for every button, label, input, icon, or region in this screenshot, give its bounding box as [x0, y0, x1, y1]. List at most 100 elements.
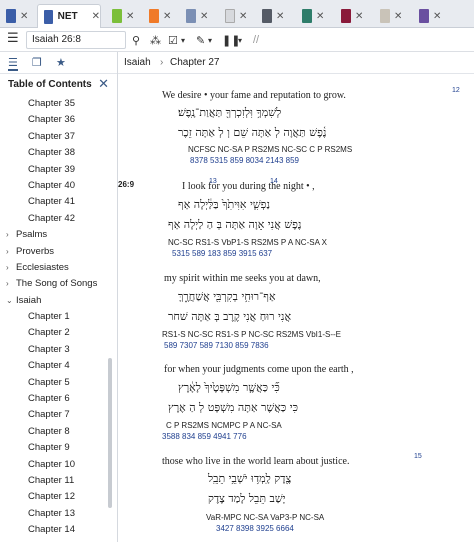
toc-chapter-item[interactable]: Chapter 7	[0, 407, 117, 423]
chevron-right-icon[interactable]: ›	[6, 260, 16, 276]
toc-item-label: Chapter 37	[28, 130, 76, 142]
scrollbar[interactable]	[108, 358, 112, 508]
close-icon[interactable]: ✕	[239, 11, 247, 22]
footnote-marker[interactable]: 14	[270, 178, 278, 185]
footnote-marker[interactable]: 13	[209, 178, 217, 185]
toc-chapter-item[interactable]: Chapter 5	[0, 375, 117, 391]
tab-net[interactable]: NET ✕	[37, 4, 101, 28]
hebrew-line: לְשִׁמְךָ֥ וּֽלְזִכְרְךָ֖ תַּאֲוַת־נָֽפֶ…	[178, 106, 282, 119]
close-icon[interactable]: ✕	[355, 11, 363, 22]
pages-icon[interactable]: ❐	[32, 56, 42, 69]
toc-chapter-item[interactable]: Chapter 8	[0, 424, 117, 440]
breadcrumb-book[interactable]: Isaiah	[124, 57, 151, 68]
chevron-right-icon[interactable]: ›	[6, 244, 16, 260]
tab-resource-1[interactable]: ✕	[6, 4, 28, 28]
tab-resource-9[interactable]: ✕	[341, 4, 363, 28]
toc-item-label: Chapter 10	[28, 458, 76, 470]
tab-resource-6[interactable]: ✕	[225, 4, 247, 28]
strongs-line: 589 7307 589 7130 859 7836	[164, 341, 269, 350]
toc-chapter-item[interactable]: Chapter 42	[0, 211, 117, 227]
chevron-down-icon[interactable]: ▾	[181, 32, 185, 48]
toc-item-label: Chapter 11	[28, 474, 75, 486]
toc-chapter-item[interactable]: Chapter 6	[0, 391, 117, 407]
verse-number[interactable]: 26:9	[118, 180, 134, 189]
toc-chapter-item[interactable]: Chapter 38	[0, 145, 117, 161]
contents-icon[interactable]: ☰	[8, 56, 18, 71]
chevron-right-icon[interactable]: ›	[6, 227, 16, 243]
tab-resource-11[interactable]: ✕	[419, 4, 441, 28]
close-icon[interactable]: ✕	[126, 11, 134, 22]
toc-item-label: Chapter 36	[28, 114, 76, 126]
search-icon[interactable]: ⚲	[132, 32, 140, 48]
toc-item-label: Psalms	[16, 229, 48, 241]
close-icon[interactable]: ✕	[276, 11, 284, 22]
chevron-down-icon[interactable]: ▾	[208, 32, 212, 48]
toc-item-label: The Song of Songs	[16, 278, 98, 290]
tab-resource-4[interactable]: ✕	[149, 4, 171, 28]
menu-icon[interactable]: ☰	[7, 30, 19, 46]
close-icon[interactable]: ✕	[98, 76, 109, 92]
toc-title: Table of Contents	[8, 79, 92, 90]
chevron-right-icon[interactable]: ›	[6, 276, 16, 292]
footnote-marker[interactable]: 12	[452, 87, 460, 94]
left-panel: ☰ ❐ ★ Table of Contents ✕ Chapter 35 Chap…	[0, 52, 118, 542]
close-icon[interactable]: ✕	[433, 11, 441, 22]
close-icon[interactable]: ✕	[163, 11, 171, 22]
toc-chapter-item[interactable]: Chapter 3	[0, 342, 117, 358]
close-icon[interactable]: ✕	[316, 11, 324, 22]
strongs-line: 8378 5315 859 8034 2143 859	[190, 156, 299, 165]
book-icon	[186, 9, 196, 23]
toc-chapter-item[interactable]: Chapter 39	[0, 162, 117, 178]
toc-book-item[interactable]: ⌄ Isaiah	[0, 293, 117, 309]
strongs-line: 5315 589 183 859 3915 637	[172, 249, 273, 258]
tab-resource-5[interactable]: ✕	[186, 4, 208, 28]
close-icon[interactable]: ✕	[394, 11, 402, 22]
checkbox-icon[interactable]: ☑	[168, 32, 178, 48]
chevron-down-icon[interactable]: ⌄	[6, 293, 16, 309]
toc-chapter-item[interactable]: Chapter 41	[0, 194, 117, 210]
tab-resource-3[interactable]: ✕	[112, 4, 134, 28]
toc-chapter-item[interactable]: Chapter 14	[0, 522, 117, 538]
bible-book-icon	[44, 9, 53, 24]
close-icon[interactable]: ✕	[20, 11, 28, 22]
toc-item-label: Chapter 38	[28, 147, 76, 159]
toc-chapter-item[interactable]: Chapter 1	[0, 309, 117, 325]
toc-chapter-item[interactable]: Chapter 36	[0, 112, 117, 128]
toc-book-item[interactable]: › Ecclesiastes	[0, 260, 117, 276]
toc-item-label: Chapter 14	[28, 524, 76, 536]
sync-icon[interactable]: //	[253, 32, 259, 48]
toc-chapter-item[interactable]: Chapter 11	[0, 473, 117, 489]
toc-chapter-item[interactable]: Chapter 2	[0, 325, 117, 341]
reference-input[interactable]: Isaiah 26:8	[26, 31, 126, 49]
toc-chapter-item[interactable]: Chapter 12	[0, 489, 117, 505]
lemma-line: נֶ֫פֶשׁ תַּאֲוָה לְ אַתָּה שֵׁם וְ לְ אַ…	[178, 126, 327, 139]
toc-book-item[interactable]: › Psalms	[0, 227, 117, 243]
people-icon[interactable]: ⁂	[150, 32, 161, 48]
footnote-marker[interactable]: 15	[414, 453, 422, 460]
close-icon[interactable]: ✕	[92, 11, 100, 22]
close-icon[interactable]: ✕	[200, 11, 208, 22]
toolbar: ☰ Isaiah 26:8 ⚲ ⁂ ☑ ▾ ✎ ▾ ❚❚ ▾ //	[0, 28, 474, 52]
toc-chapter-item[interactable]: Chapter 9	[0, 440, 117, 456]
toc-book-item[interactable]: › The Song of Songs	[0, 276, 117, 292]
toc-item-label: Chapter 13	[28, 507, 76, 519]
toc-item-label: Chapter 8	[28, 425, 70, 437]
toc-chapter-item[interactable]: Chapter 13	[0, 506, 117, 522]
tab-resource-10[interactable]: ✕	[380, 4, 402, 28]
breadcrumb-chapter[interactable]: Chapter 27	[170, 57, 219, 68]
hebrew-line: נַפְשִׁ֤י אִוִּיתִ֙ךָ֙ בַּלַּ֔יְלָה אַף	[178, 198, 271, 211]
tab-resource-7[interactable]: ✕	[262, 4, 284, 28]
toc-chapter-item[interactable]: Chapter 4	[0, 358, 117, 374]
star-icon[interactable]: ★	[56, 56, 66, 69]
toc-book-item[interactable]: › Proverbs	[0, 244, 117, 260]
toc-chapter-item[interactable]: Chapter 10	[0, 457, 117, 473]
tab-strip: ✕ NET ✕ ✕ ✕ ✕ ✕ ✕ ✕ ✕ ✕ ✕	[0, 0, 474, 28]
toc-chapter-item[interactable]: Chapter 37	[0, 129, 117, 145]
panel-toolbar: ☰ ❐ ★	[0, 52, 117, 74]
chevron-down-icon[interactable]: ▾	[238, 32, 242, 48]
tab-resource-8[interactable]: ✕	[302, 4, 324, 28]
toc-chapter-item[interactable]: Chapter 35	[0, 96, 117, 112]
toc-chapter-item[interactable]: Chapter 40	[0, 178, 117, 194]
lemma-line: אֲנִי רוּחַ אֲנִי קֶרֶב בְּ אַתָּה שׁחר	[168, 310, 292, 323]
highlight-icon[interactable]: ✎	[196, 32, 205, 48]
